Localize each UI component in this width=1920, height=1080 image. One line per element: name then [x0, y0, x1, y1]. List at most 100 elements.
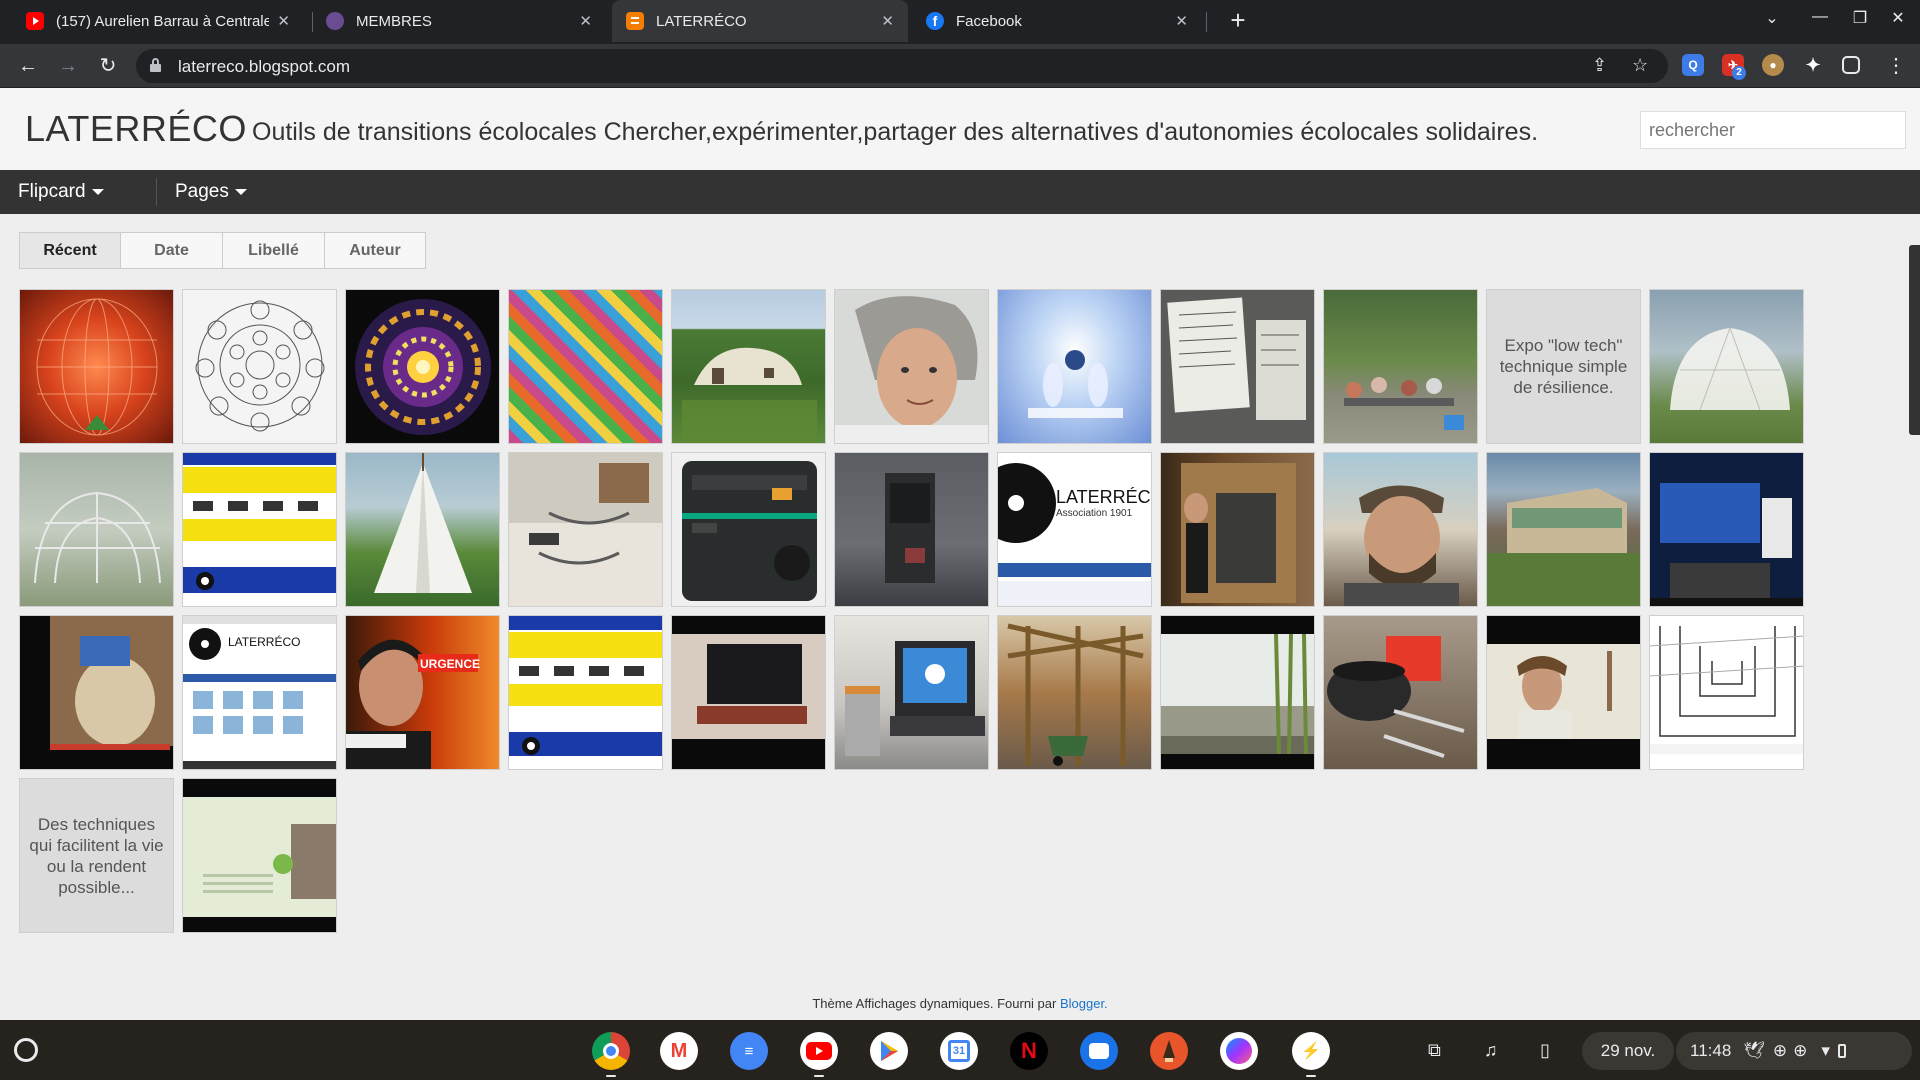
address-bar[interactable]: laterreco.blogspot.com ⇪ ☆ — [136, 49, 1668, 83]
blog-title[interactable]: LATERRÉCO — [25, 108, 247, 150]
close-tab-icon[interactable]: ✕ — [881, 12, 894, 30]
wifi-icon: ▾ — [1821, 1041, 1830, 1060]
post-card[interactable] — [1486, 615, 1641, 770]
post-card[interactable] — [508, 615, 663, 770]
tab-author[interactable]: Auteur — [325, 233, 425, 268]
media-controls-icon[interactable]: ♫ — [1484, 1040, 1498, 1061]
back-arrow-icon[interactable]: ← — [12, 50, 44, 82]
page-footer: Thème Affichages dynamiques. Fourni par … — [0, 996, 1920, 1011]
close-tab-icon[interactable]: ✕ — [277, 12, 290, 30]
post-card[interactable] — [182, 452, 337, 607]
post-card[interactable]: LATERRÉCO — [182, 615, 337, 770]
chrome-icon[interactable] — [592, 1032, 630, 1070]
tab-recent[interactable]: Récent — [20, 233, 121, 268]
url-text[interactable]: laterreco.blogspot.com — [178, 57, 350, 77]
post-card[interactable] — [182, 289, 337, 444]
blogger-icon — [626, 12, 644, 30]
post-grid: Expo "low tech" technique simple de rési… — [19, 289, 1809, 934]
post-card[interactable] — [1649, 615, 1804, 770]
battery-icon — [1837, 1044, 1846, 1058]
post-card[interactable] — [1649, 289, 1804, 444]
post-card[interactable] — [508, 289, 663, 444]
post-card[interactable]: URGENCE — [345, 615, 500, 770]
tab-facebook[interactable]: f Facebook ✕ — [912, 0, 1202, 42]
tab-laterreco[interactable]: LATERRÉCO ✕ — [612, 0, 908, 42]
post-card[interactable] — [671, 452, 826, 607]
play-store-icon[interactable] — [870, 1032, 908, 1070]
messages-icon[interactable] — [1080, 1032, 1118, 1070]
date-tray[interactable]: 29 nov. — [1582, 1032, 1674, 1070]
close-tab-icon[interactable]: ✕ — [579, 12, 592, 30]
forward-arrow-icon[interactable]: → — [52, 50, 84, 82]
launcher-icon[interactable] — [14, 1038, 38, 1062]
post-card[interactable] — [345, 289, 500, 444]
bookmark-star-icon[interactable]: ☆ — [1632, 55, 1648, 76]
post-card[interactable] — [1160, 615, 1315, 770]
scrollbar-thumb[interactable] — [1909, 245, 1920, 435]
blogger-link[interactable]: Blogger. — [1060, 996, 1108, 1011]
post-card[interactable] — [19, 289, 174, 444]
post-card[interactable] — [345, 452, 500, 607]
extension-cookie-icon[interactable]: ● — [1762, 54, 1784, 76]
chromeos-shelf: M ≡ 31 N ⚡ ⧉ ♫ ▯ 29 nov. 11:48 🕊 ⊕ ⊕ ▾ — [0, 1020, 1920, 1080]
share-icon[interactable]: ⇪ — [1592, 55, 1607, 76]
tab-youtube[interactable]: (157) Aurelien Barrau à CentraleS ✕ — [12, 0, 304, 42]
pluto-icon[interactable]: ⚡ — [1292, 1032, 1330, 1070]
nav-flipcard-dropdown[interactable]: Flipcard — [18, 181, 104, 203]
tab-membres[interactable]: MEMBRES ✕ — [312, 0, 606, 42]
sketch-app-icon[interactable] — [1150, 1032, 1188, 1070]
chrome-menu-icon[interactable]: ⋮ — [1880, 50, 1912, 82]
system-tray[interactable]: 11:48 🕊 ⊕ ⊕ ▾ — [1676, 1032, 1912, 1070]
post-card[interactable] — [834, 615, 989, 770]
reload-icon[interactable]: ↻ — [92, 50, 124, 82]
post-card[interactable] — [1323, 289, 1478, 444]
svg-text:LATERRÉCO: LATERRÉCO — [228, 634, 300, 649]
post-card[interactable]: LATERRÉCOAssociation 1901 — [997, 452, 1152, 607]
tab-search-chevron-icon[interactable]: ⌄ — [1758, 8, 1786, 28]
post-card[interactable] — [19, 452, 174, 607]
post-card[interactable] — [671, 289, 826, 444]
close-window-icon[interactable]: ✕ — [1884, 8, 1912, 28]
holding-space-icon[interactable]: ⧉ — [1428, 1040, 1441, 1061]
post-card-text[interactable]: Expo "low tech" technique simple de rési… — [1486, 289, 1641, 444]
post-card[interactable] — [997, 615, 1152, 770]
notification-bird-icon: 🕊 — [1743, 1041, 1765, 1060]
post-card[interactable] — [182, 778, 337, 933]
extensions-puzzle-icon[interactable]: ✦ — [1802, 54, 1824, 76]
post-card[interactable] — [671, 615, 826, 770]
post-card[interactable] — [834, 289, 989, 444]
messenger-icon[interactable] — [1220, 1032, 1258, 1070]
google-calendar-icon[interactable]: 31 — [940, 1032, 978, 1070]
post-card[interactable] — [19, 615, 174, 770]
youtube-icon[interactable] — [800, 1032, 838, 1070]
post-text: Des techniques qui facilitent la vie ou … — [29, 814, 164, 897]
google-docs-icon[interactable]: ≡ — [730, 1032, 768, 1070]
post-card[interactable] — [1160, 452, 1315, 607]
minimize-window-icon[interactable]: — — [1806, 8, 1834, 26]
tab-date[interactable]: Date — [121, 233, 223, 268]
extension-search-icon[interactable]: Q — [1682, 54, 1704, 76]
post-card[interactable] — [1649, 452, 1804, 607]
gmail-icon[interactable]: M — [660, 1032, 698, 1070]
phone-hub-icon[interactable]: ▯ — [1540, 1040, 1550, 1061]
side-panel-icon[interactable] — [1842, 56, 1860, 74]
tab-title: MEMBRES — [356, 12, 432, 30]
post-card[interactable] — [1323, 615, 1478, 770]
post-card[interactable] — [1160, 289, 1315, 444]
post-card[interactable] — [1323, 452, 1478, 607]
facebook-icon: f — [926, 12, 944, 30]
post-card-text[interactable]: Des techniques qui facilitent la vie ou … — [19, 778, 174, 933]
new-tab-button[interactable]: + — [1222, 4, 1254, 36]
lock-icon[interactable] — [150, 58, 161, 72]
post-card[interactable] — [508, 452, 663, 607]
nav-pages-dropdown[interactable]: Pages — [175, 181, 247, 203]
netflix-icon[interactable]: N — [1010, 1032, 1048, 1070]
search-input[interactable] — [1640, 111, 1906, 149]
post-card[interactable] — [834, 452, 989, 607]
post-card[interactable] — [1486, 452, 1641, 607]
tab-label[interactable]: Libellé — [223, 233, 325, 268]
restore-window-icon[interactable]: ❐ — [1846, 8, 1874, 28]
browser-toolbar: ← → ↻ laterreco.blogspot.com ⇪ ☆ Q ✈ 2 ●… — [0, 44, 1920, 88]
close-tab-icon[interactable]: ✕ — [1175, 12, 1188, 30]
post-card[interactable] — [997, 289, 1152, 444]
